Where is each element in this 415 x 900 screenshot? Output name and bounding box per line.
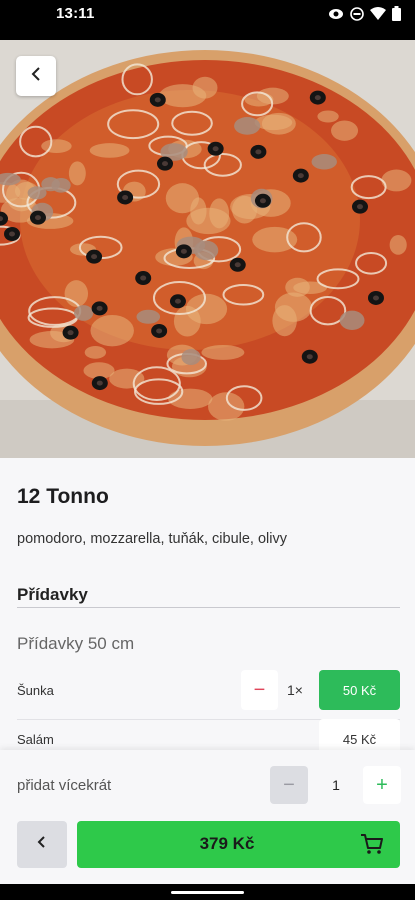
- battery-icon: [392, 6, 401, 26]
- product-name: 12 Tonno: [17, 485, 109, 508]
- extra-minus-button[interactable]: −: [241, 670, 278, 710]
- product-details: 12 Tonno pomodoro, mozzarella, tuňák, ci…: [0, 458, 415, 750]
- quantity-value: 1: [332, 777, 340, 793]
- minus-icon: −: [283, 773, 295, 796]
- back-button[interactable]: [17, 821, 67, 868]
- add-multiple-label: přidat vícekrát: [17, 777, 112, 794]
- extra-name: Salám: [17, 732, 54, 747]
- chevron-left-icon: [30, 66, 42, 87]
- extras-section-title: Přídavky: [17, 585, 88, 604]
- extra-row-salam: Salám 45 Kč: [17, 719, 400, 750]
- wifi-icon: [370, 7, 386, 25]
- extra-row-sunka: Šunka − 1× 50 Kč: [17, 670, 400, 720]
- status-bar: 13:11: [0, 0, 415, 28]
- product-image: [0, 40, 415, 458]
- extra-quantity: 1×: [287, 682, 303, 698]
- status-icons: [328, 6, 401, 26]
- add-to-cart-button[interactable]: 379 Kč: [77, 821, 400, 868]
- eye-icon: [328, 7, 344, 26]
- status-time: 13:11: [56, 5, 95, 22]
- extras-group-title: Přídavky 50 cm: [17, 634, 135, 653]
- do-not-disturb-icon: [350, 6, 364, 26]
- minus-icon: −: [253, 678, 266, 701]
- cart-icon: [360, 833, 384, 860]
- extra-price-button[interactable]: 45 Kč: [319, 719, 400, 750]
- quantity-minus-button[interactable]: −: [270, 766, 308, 804]
- extra-price-button[interactable]: 50 Kč: [319, 670, 400, 710]
- extra-name: Šunka: [17, 683, 54, 698]
- plus-icon: +: [376, 773, 388, 796]
- back-button-top[interactable]: [16, 56, 56, 96]
- product-description: pomodoro, mozzarella, tuňák, cibule, oli…: [17, 531, 287, 547]
- quantity-plus-button[interactable]: +: [363, 766, 401, 804]
- pizza-photo: [0, 40, 415, 458]
- navigation-bar: [0, 884, 415, 900]
- cart-total-price: 379 Kč: [199, 834, 255, 853]
- home-handle[interactable]: [171, 891, 244, 894]
- chevron-left-icon: [37, 835, 47, 854]
- add-to-cart-panel: přidat vícekrát − 1 + 379 Kč: [0, 750, 415, 884]
- section-divider: [17, 607, 400, 608]
